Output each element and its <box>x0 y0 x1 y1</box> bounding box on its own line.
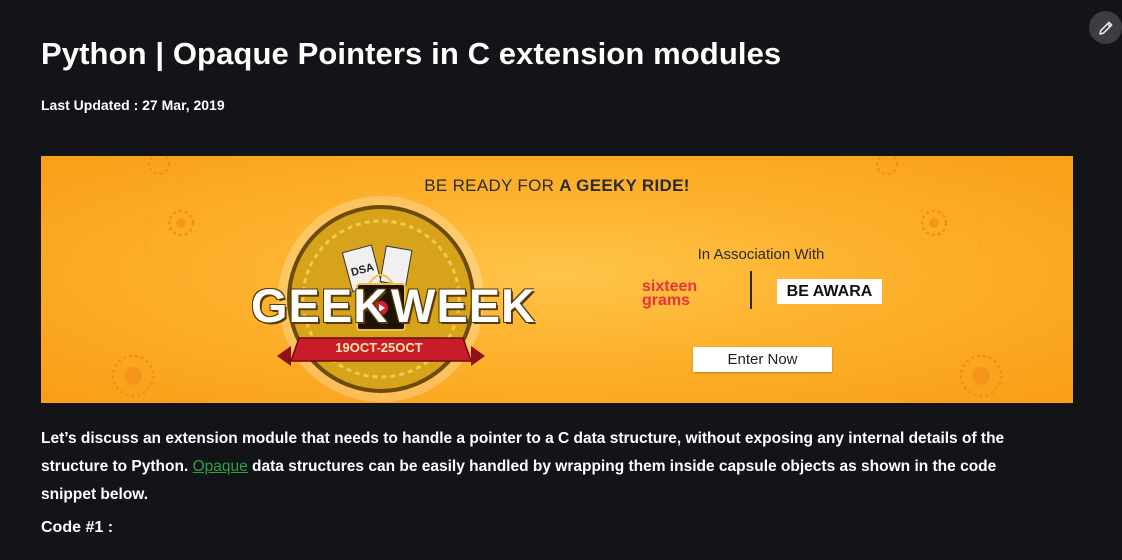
banner-headline-bold: A GEEKY RIDE! <box>559 176 690 195</box>
opaque-link[interactable]: Opaque <box>193 458 248 475</box>
sixteen-grams-line2: grams <box>642 292 691 309</box>
banner-headline-prefix: BE READY FOR <box>424 176 560 195</box>
page-title: Python | Opaque Pointers in C extension … <box>41 36 782 71</box>
sponsor-divider <box>750 271 752 309</box>
geek-week-logo-week: WEEK <box>391 279 536 332</box>
be-awara-logo: BE AWARA <box>777 279 882 304</box>
association-label: In Association With <box>697 246 825 263</box>
edit-button[interactable] <box>1089 11 1122 44</box>
geek-week-banner[interactable]: DSA BE READY FOR A GEEKY RIDE! GEEK WEEK… <box>41 156 1073 403</box>
sixteen-grams-logo: sixteen grams <box>642 279 697 309</box>
article-paragraph: Let’s discuss an extension module that n… <box>41 425 1041 509</box>
last-updated-date: Last Updated : 27 Mar, 2019 <box>41 97 225 113</box>
code-label: Code #1 : <box>41 519 114 536</box>
banner-headline: BE READY FOR A GEEKY RIDE! <box>41 176 1073 196</box>
pencil-icon <box>1098 21 1112 35</box>
enter-now-button[interactable]: Enter Now <box>693 347 832 372</box>
event-dates: 19OCT-25OCT <box>335 340 423 355</box>
geek-week-logo-geek: GEEK <box>251 279 389 332</box>
